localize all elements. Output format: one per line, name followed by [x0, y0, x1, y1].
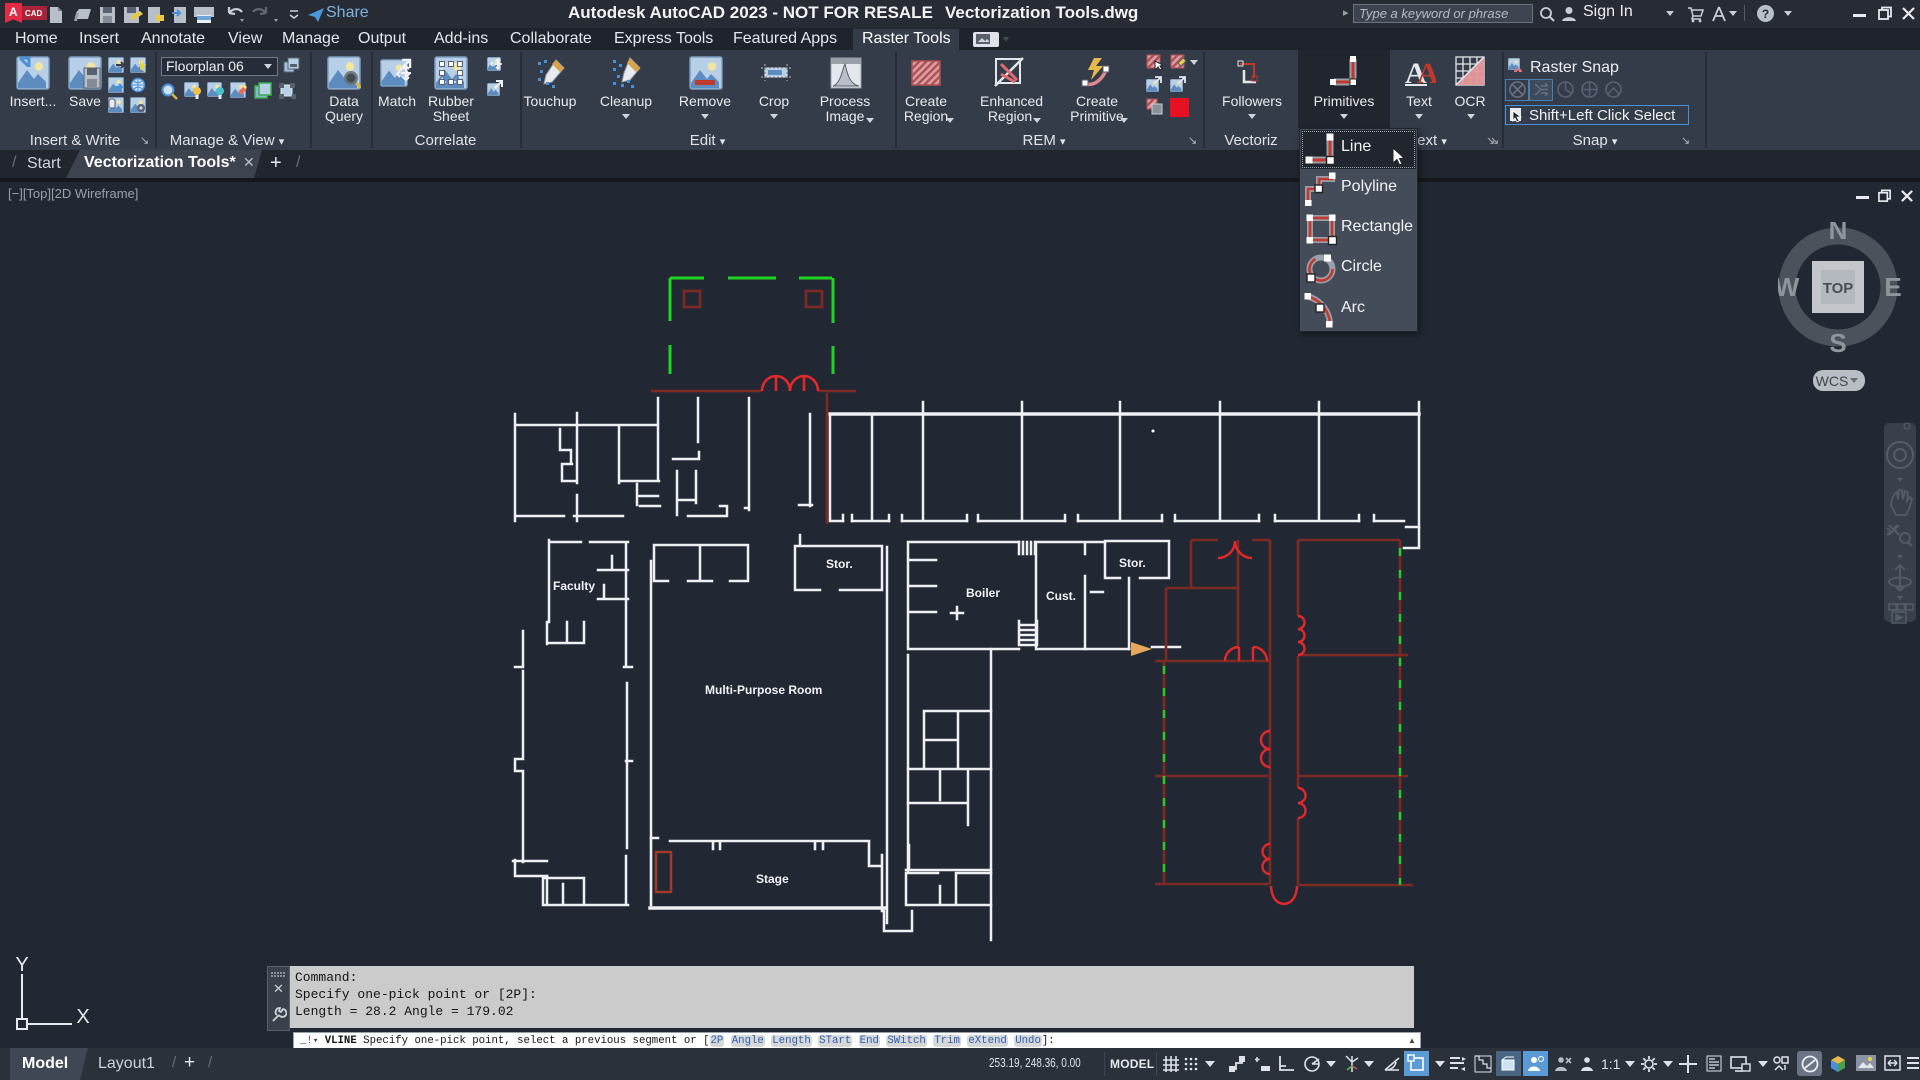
svg-text:Stor.: Stor. [826, 557, 853, 571]
svg-text:Boiler: Boiler [966, 586, 1000, 600]
svg-text:Stor.: Stor. [1119, 556, 1146, 570]
svg-text:Multi-Purpose Room: Multi-Purpose Room [705, 683, 822, 697]
svg-text:Faculty: Faculty [553, 579, 595, 593]
svg-text:Stage: Stage [756, 872, 789, 886]
svg-text:Cust.: Cust. [1046, 589, 1076, 603]
